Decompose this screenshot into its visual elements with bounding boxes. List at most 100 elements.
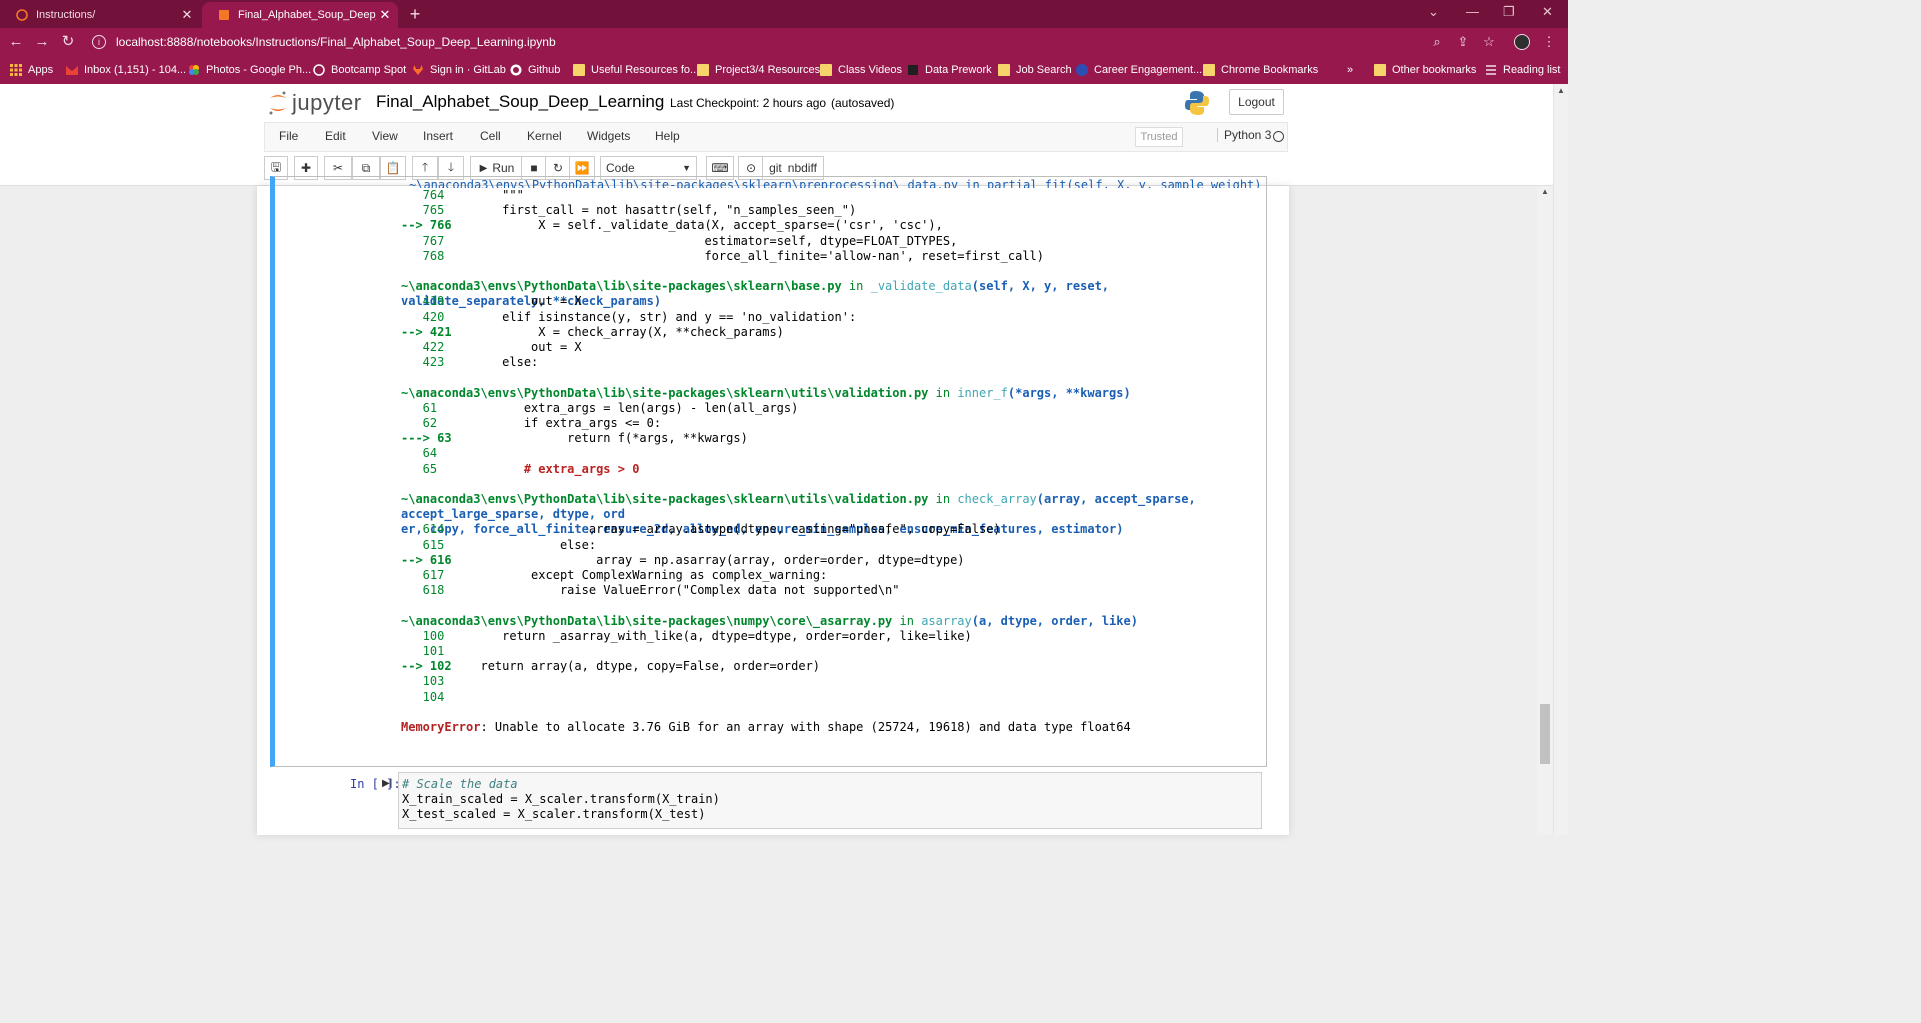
- line-number: 65: [401, 461, 438, 476]
- bookmark-class-videos[interactable]: Class Videos: [820, 61, 902, 79]
- bookmarks-overflow-icon[interactable]: »: [1347, 61, 1353, 79]
- restore-icon[interactable]: ❐: [1503, 4, 1515, 20]
- bookmark-job-search[interactable]: Job Search: [998, 61, 1072, 79]
- source-code: array = array.astype(dtype, casting="uns…: [444, 522, 1001, 537]
- menu-view[interactable]: View: [372, 129, 398, 143]
- address-bar[interactable]: i localhost:8888/notebooks/Instructions/…: [92, 31, 1492, 53]
- page-scrollbar[interactable]: ▲: [1553, 84, 1568, 835]
- bookmark-project-resources[interactable]: Project3/4 Resources: [697, 61, 820, 79]
- traceback-line: 767 estimator=self, dtype=FLOAT_DTYPES,: [401, 233, 958, 249]
- frame-file-path: ~\anaconda3\envs\PythonData\lib\site-pac…: [401, 385, 929, 400]
- share-icon[interactable]: ⇪: [1454, 33, 1472, 51]
- folder-icon: [1374, 64, 1386, 76]
- bookmark-useful-resources[interactable]: Useful Resources fo...: [573, 61, 699, 79]
- line-number: 62: [401, 416, 438, 430]
- traceback-partial-header: ~\anaconda3\envs\PythonData\lib\site-pac…: [409, 178, 1262, 188]
- frame-function-link[interactable]: inner_f: [957, 386, 1008, 400]
- notebook-name[interactable]: Final_Alphabet_Soup_Deep_Learning: [376, 92, 664, 112]
- bookmark-data-prework[interactable]: Data Prework: [907, 61, 992, 79]
- traceback-line: 64: [401, 446, 437, 461]
- menu-cell[interactable]: Cell: [480, 129, 501, 143]
- line-number: 767: [401, 233, 445, 248]
- notebook-container: ~\anaconda3\envs\PythonData\lib\site-pac…: [257, 176, 1289, 835]
- traceback-line: 615 else:: [401, 538, 596, 553]
- site-info-icon[interactable]: i: [92, 35, 106, 49]
- bookmark-career-engagement[interactable]: Career Engagement...: [1076, 61, 1202, 79]
- zoom-icon[interactable]: ⌕: [1428, 33, 1446, 51]
- notebook-scrollbar[interactable]: ▲: [1537, 186, 1553, 835]
- menu-kernel[interactable]: Kernel: [527, 129, 562, 143]
- new-tab-button[interactable]: +: [404, 3, 426, 25]
- traceback-frame-header: ~\anaconda3\envs\PythonData\lib\site-pac…: [401, 614, 1251, 629]
- menu-help[interactable]: Help: [655, 129, 680, 143]
- kebab-menu-icon[interactable]: ⋮: [1540, 33, 1558, 51]
- traceback-line: --> 766 X = self._validate_data(X, accep…: [401, 218, 943, 233]
- notebook-scroll-area[interactable]: ~\anaconda3\envs\PythonData\lib\site-pac…: [0, 176, 1553, 835]
- minimize-icon[interactable]: —: [1466, 4, 1479, 19]
- line-number: 103: [401, 674, 445, 689]
- scroll-up-icon[interactable]: ▲: [1557, 86, 1565, 95]
- logout-button[interactable]: Logout: [1229, 89, 1284, 115]
- frame-file-path: ~\anaconda3\envs\PythonData\lib\site-pac…: [401, 613, 893, 628]
- bookmark-label: Github: [528, 64, 561, 76]
- source-code: else:: [444, 537, 597, 552]
- reload-icon[interactable]: ↻: [58, 32, 78, 52]
- forward-icon[interactable]: →: [32, 32, 52, 52]
- source-code: # extra_args > 0: [437, 461, 640, 476]
- scrollbar-thumb[interactable]: [1540, 704, 1550, 764]
- browser-toolbar: ← → ↻ i localhost:8888/notebooks/Instruc…: [0, 28, 1568, 56]
- bookmark-chrome-bookmarks[interactable]: Chrome Bookmarks: [1203, 61, 1318, 79]
- source-code: """: [444, 188, 524, 202]
- menu-insert[interactable]: Insert: [423, 129, 453, 143]
- bookmark-star-icon[interactable]: ☆: [1480, 33, 1498, 51]
- code-cell[interactable]: In [ ]: ▶| # Scale the data X_train_scal…: [270, 769, 1267, 839]
- menu-edit[interactable]: Edit: [325, 129, 346, 143]
- browser-tab-notebook[interactable]: Final_Alphabet_Soup_Deep_Lear ✕: [202, 2, 398, 28]
- scroll-up-icon[interactable]: ▲: [1541, 187, 1549, 196]
- traceback-line: 614 array = array.astype(dtype, casting=…: [401, 522, 1001, 537]
- kernel-name[interactable]: Python 3: [1217, 128, 1271, 142]
- traceback-line: 768 force_all_finite='allow-nan', reset=…: [401, 249, 1044, 264]
- menu-widgets[interactable]: Widgets: [587, 129, 630, 143]
- menu-file[interactable]: File: [279, 129, 298, 143]
- run-cell-icon[interactable]: ▶|: [382, 778, 392, 789]
- window-close-icon[interactable]: ✕: [1542, 4, 1553, 20]
- bookmark-label: Sign in · GitLab: [430, 64, 506, 76]
- bookmark-label: Photos - Google Ph...: [206, 64, 312, 76]
- line-number: 100: [401, 628, 445, 643]
- line-number: 615: [401, 537, 445, 552]
- bookmark-other[interactable]: Other bookmarks: [1374, 61, 1476, 79]
- frame-function-link[interactable]: check_array: [957, 492, 1036, 506]
- bookmark-gmail[interactable]: Inbox (1,151) - 104...: [66, 61, 186, 79]
- source-code: return array(a, dtype, copy=False, order…: [451, 659, 821, 674]
- bookmark-label: Useful Resources fo...: [591, 64, 700, 76]
- back-icon[interactable]: ←: [6, 32, 26, 52]
- frame-in-keyword: in: [928, 385, 958, 400]
- jupyter-logo-icon: [269, 91, 286, 115]
- bookmark-apps[interactable]: Apps: [10, 61, 53, 79]
- bookmark-label: Job Search: [1016, 64, 1072, 76]
- frame-function-link[interactable]: asarray: [921, 614, 972, 628]
- profile-avatar[interactable]: [1514, 34, 1530, 50]
- browser-tab-instructions[interactable]: Instructions/ ✕: [0, 2, 200, 28]
- source-code: elif isinstance(y, str) and y == 'no_val…: [444, 309, 857, 324]
- bookmark-github[interactable]: Github: [510, 61, 560, 79]
- autosave-status: (autosaved): [831, 96, 895, 110]
- tab-close-icon[interactable]: ✕: [376, 7, 394, 23]
- jupyter-logo[interactable]: jupyter: [268, 90, 362, 116]
- code-line: X_train_scaled = X_scaler.transform(X_tr…: [402, 792, 720, 806]
- bookmark-photos[interactable]: Photos - Google Ph...: [188, 61, 311, 79]
- reading-list-button[interactable]: Reading list: [1485, 61, 1560, 79]
- code-editor[interactable]: # Scale the data X_train_scaled = X_scal…: [398, 772, 1262, 829]
- tab-close-icon[interactable]: ✕: [178, 7, 196, 23]
- trusted-indicator[interactable]: Trusted: [1135, 127, 1183, 147]
- bookmark-bootcamp[interactable]: Bootcamp Spot: [313, 61, 406, 79]
- bookmark-gitlab[interactable]: Sign in · GitLab: [412, 61, 506, 79]
- bookmark-label: Chrome Bookmarks: [1221, 64, 1319, 76]
- frame-function-link[interactable]: _validate_data: [871, 279, 972, 293]
- tab-title: Final_Alphabet_Soup_Deep_Lear: [238, 9, 376, 21]
- tab-search-icon[interactable]: ⌄: [1428, 4, 1439, 20]
- traceback-line: 765 first_call = not hasattr(self, "n_sa…: [401, 203, 857, 218]
- frame-signature: (a, dtype, order, like): [971, 613, 1138, 628]
- line-number: 64: [401, 446, 438, 461]
